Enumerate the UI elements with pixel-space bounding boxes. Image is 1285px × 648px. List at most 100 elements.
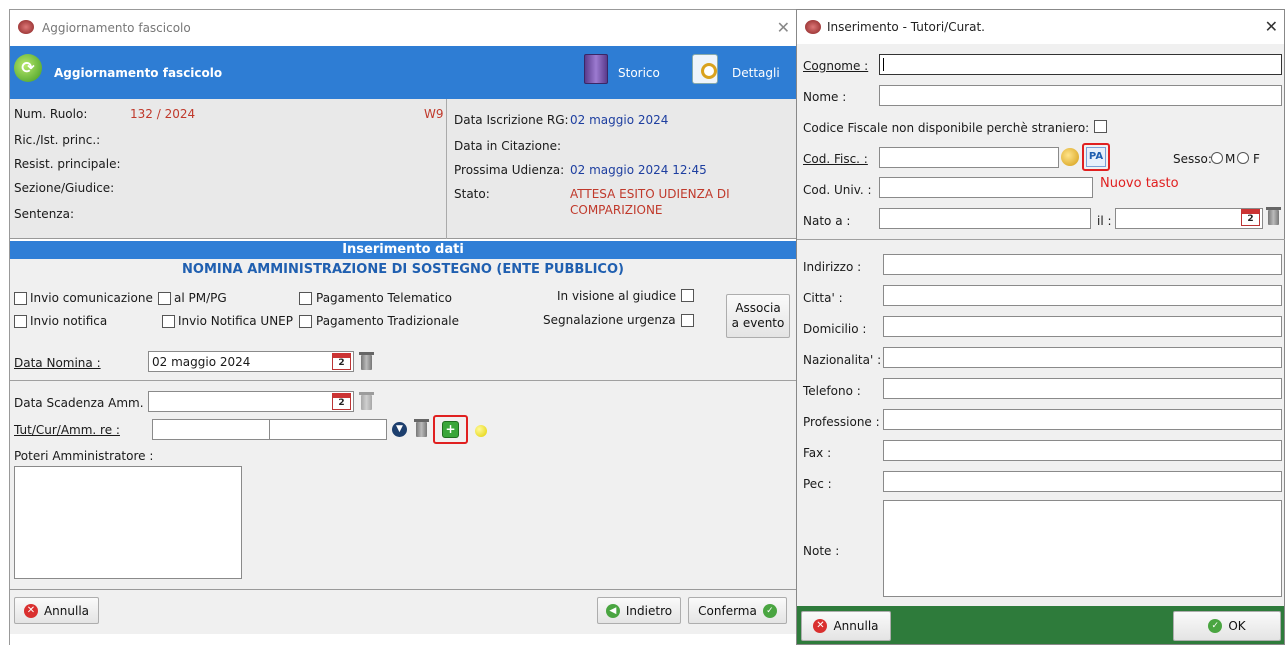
calendar-icon[interactable]: 2	[332, 353, 351, 370]
data-nomina-value: 02 maggio 2024	[152, 355, 251, 369]
info-divider	[446, 99, 447, 239]
indirizzo-field[interactable]	[883, 254, 1282, 275]
nato-a-field[interactable]	[879, 208, 1091, 229]
ric-label: Ric./Ist. princ.:	[14, 133, 101, 147]
annulla-button[interactable]: ✕ Annulla	[801, 611, 891, 641]
indirizzo-label: Indirizzo :	[803, 260, 862, 274]
ok-label: OK	[1228, 619, 1246, 633]
dettagli-button[interactable]: Dettagli	[690, 52, 795, 86]
in-visione-checkbox[interactable]	[681, 289, 694, 302]
pa-label: PA	[1088, 151, 1104, 162]
stato-line1: ATTESA ESITO UDIENZA DI	[570, 187, 730, 201]
cod-fisc-field[interactable]	[879, 147, 1059, 168]
header-title: Aggiornamento fascicolo	[54, 66, 223, 80]
trash-icon[interactable]	[1266, 207, 1281, 225]
poteri-textarea[interactable]	[14, 466, 242, 579]
stato-label: Stato:	[454, 187, 490, 201]
pa-button[interactable]: PA	[1086, 147, 1106, 167]
ok-button[interactable]: ✓ OK	[1173, 611, 1281, 641]
cod-univ-field[interactable]	[879, 177, 1093, 198]
domicilio-field[interactable]	[883, 316, 1282, 337]
associa-line1: Associa	[735, 301, 781, 315]
associa-line2: a evento	[731, 316, 785, 330]
annulla-label: Annulla	[833, 619, 879, 633]
app-logo-icon	[805, 20, 821, 34]
note-label: Note :	[803, 544, 840, 558]
indietro-label: Indietro	[625, 603, 673, 618]
citta-label: Citta' :	[803, 291, 843, 305]
data-nomina-field[interactable]: 02 maggio 2024	[148, 351, 354, 372]
note-textarea[interactable]	[883, 500, 1282, 597]
sesso-m-radio[interactable]	[1211, 152, 1223, 164]
close-icon[interactable]: ✕	[777, 18, 790, 37]
sesso-f-radio[interactable]	[1237, 152, 1249, 164]
trash-icon[interactable]	[359, 352, 374, 370]
telefono-label: Telefono :	[803, 384, 861, 398]
invio-notifica-label: Invio notifica	[30, 314, 108, 328]
associa-evento-button[interactable]: Associa a evento	[726, 294, 790, 338]
sesso-label: Sesso:	[1173, 152, 1212, 166]
sentenza-label: Sentenza:	[14, 207, 74, 221]
tut-cur-field-2[interactable]	[269, 419, 387, 440]
citta-field[interactable]	[883, 285, 1282, 306]
cancel-icon: ✕	[23, 603, 38, 618]
cf-non-disponibile-checkbox[interactable]	[1094, 120, 1107, 133]
footer-bar: ✕ Annulla ✓ OK	[797, 606, 1284, 644]
window-bottom-area	[10, 634, 796, 646]
nome-field[interactable]	[879, 85, 1282, 106]
storico-label: Storico	[618, 66, 660, 80]
invio-notifica-checkbox[interactable]	[14, 315, 27, 328]
al-pm-checkbox[interactable]	[158, 292, 171, 305]
professione-field[interactable]	[883, 409, 1282, 430]
refresh-arrows-icon: ⟳	[14, 54, 42, 82]
gear-star-icon[interactable]	[1061, 148, 1079, 166]
al-pm-label: al PM/PG	[174, 291, 227, 305]
fax-field[interactable]	[883, 440, 1282, 461]
sesso-f-label: F	[1253, 152, 1260, 166]
nazionalita-field[interactable]	[883, 347, 1282, 368]
pec-field[interactable]	[883, 471, 1282, 492]
aggiornamento-fascicolo-window: Aggiornamento fascicolo ✕ ⟳ Aggiornament…	[9, 9, 796, 646]
calendar-icon[interactable]: 2	[1241, 209, 1260, 226]
tut-cur-field-1[interactable]	[152, 419, 270, 440]
invio-comunicazione-checkbox[interactable]	[14, 292, 27, 305]
segnalazione-checkbox[interactable]	[681, 314, 694, 327]
citazione-label: Data in Citazione:	[454, 139, 561, 153]
cognome-field[interactable]	[879, 54, 1282, 75]
tut-cur-label: Tut/Cur/Amm. re :	[14, 423, 120, 437]
cf-non-disponibile-label: Codice Fiscale non disponibile perchè st…	[803, 121, 1090, 135]
indietro-button[interactable]: ◀ Indietro	[597, 597, 681, 624]
title-bar: Inserimento - Tutori/Curat. ✕	[797, 10, 1284, 44]
cod-univ-label: Cod. Univ. :	[803, 183, 872, 197]
book-icon	[584, 54, 608, 84]
status-dot-icon	[475, 425, 487, 437]
dettagli-label: Dettagli	[732, 66, 780, 80]
trash-icon[interactable]	[359, 392, 374, 410]
segnalazione-label: Segnalazione urgenza	[543, 313, 676, 327]
nato-a-label: Nato a :	[803, 214, 851, 228]
invio-unep-checkbox[interactable]	[162, 315, 175, 328]
telefono-field[interactable]	[883, 378, 1282, 399]
pec-label: Pec :	[803, 477, 832, 491]
inserimento-tutori-window: Inserimento - Tutori/Curat. ✕ Cognome : …	[796, 9, 1285, 645]
trash-icon[interactable]	[414, 419, 429, 437]
pagamento-tradizionale-checkbox[interactable]	[299, 315, 312, 328]
magnifier-document-icon	[692, 54, 718, 84]
navigate-icon[interactable]: ▼	[392, 422, 407, 437]
cancel-icon: ✕	[813, 619, 828, 633]
conferma-button[interactable]: Conferma ✓	[688, 597, 787, 624]
check-icon: ✓	[762, 603, 777, 618]
calendar-icon[interactable]: 2	[332, 393, 351, 410]
annulla-button[interactable]: ✕ Annulla	[14, 597, 99, 624]
check-icon: ✓	[1208, 619, 1223, 633]
stato-line2: COMPARIZIONE	[570, 203, 663, 217]
pagamento-telematico-checkbox[interactable]	[299, 292, 312, 305]
title-bar: Aggiornamento fascicolo ✕	[10, 10, 796, 46]
storico-button[interactable]: Storico	[580, 54, 670, 84]
separator	[797, 239, 1285, 240]
data-scadenza-field[interactable]	[148, 391, 354, 412]
close-icon[interactable]: ✕	[1265, 17, 1278, 36]
nome-label: Nome :	[803, 90, 847, 104]
add-icon[interactable]: +	[442, 421, 459, 438]
header-bar: ⟳ Aggiornamento fascicolo Storico Dettag…	[10, 46, 796, 99]
